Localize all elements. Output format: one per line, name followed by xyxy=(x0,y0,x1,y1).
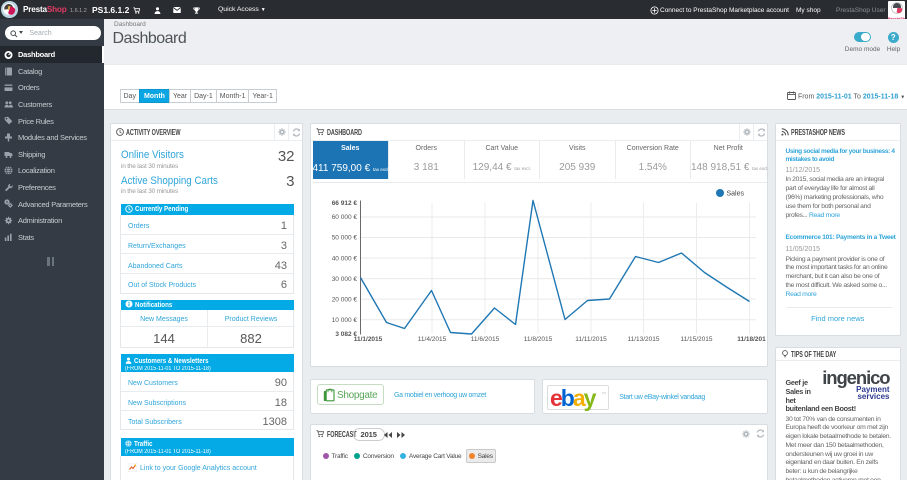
svg-text:11/13/2015: 11/13/2015 xyxy=(627,336,659,343)
svg-text:11/1/2015: 11/1/2015 xyxy=(353,336,382,343)
svg-text:50 000 €: 50 000 € xyxy=(331,234,357,241)
svg-text:66 912 €: 66 912 € xyxy=(331,200,357,207)
svg-text:11/18/201: 11/18/201 xyxy=(737,336,766,343)
svg-text:11/11/2015: 11/11/2015 xyxy=(575,336,607,343)
svg-text:30 000 €: 30 000 € xyxy=(331,275,357,282)
svg-text:11/4/2015: 11/4/2015 xyxy=(417,336,446,343)
svg-text:60 000 €: 60 000 € xyxy=(331,214,357,221)
svg-text:11/8/2015: 11/8/2015 xyxy=(523,336,552,343)
svg-text:11/6/2015: 11/6/2015 xyxy=(470,336,499,343)
svg-text:40 000 €: 40 000 € xyxy=(331,255,357,262)
svg-text:Sales: Sales xyxy=(726,190,744,197)
svg-text:10 000 €: 10 000 € xyxy=(331,316,357,323)
svg-text:11/15/2015: 11/15/2015 xyxy=(680,336,712,343)
svg-text:20 000 €: 20 000 € xyxy=(331,296,357,303)
